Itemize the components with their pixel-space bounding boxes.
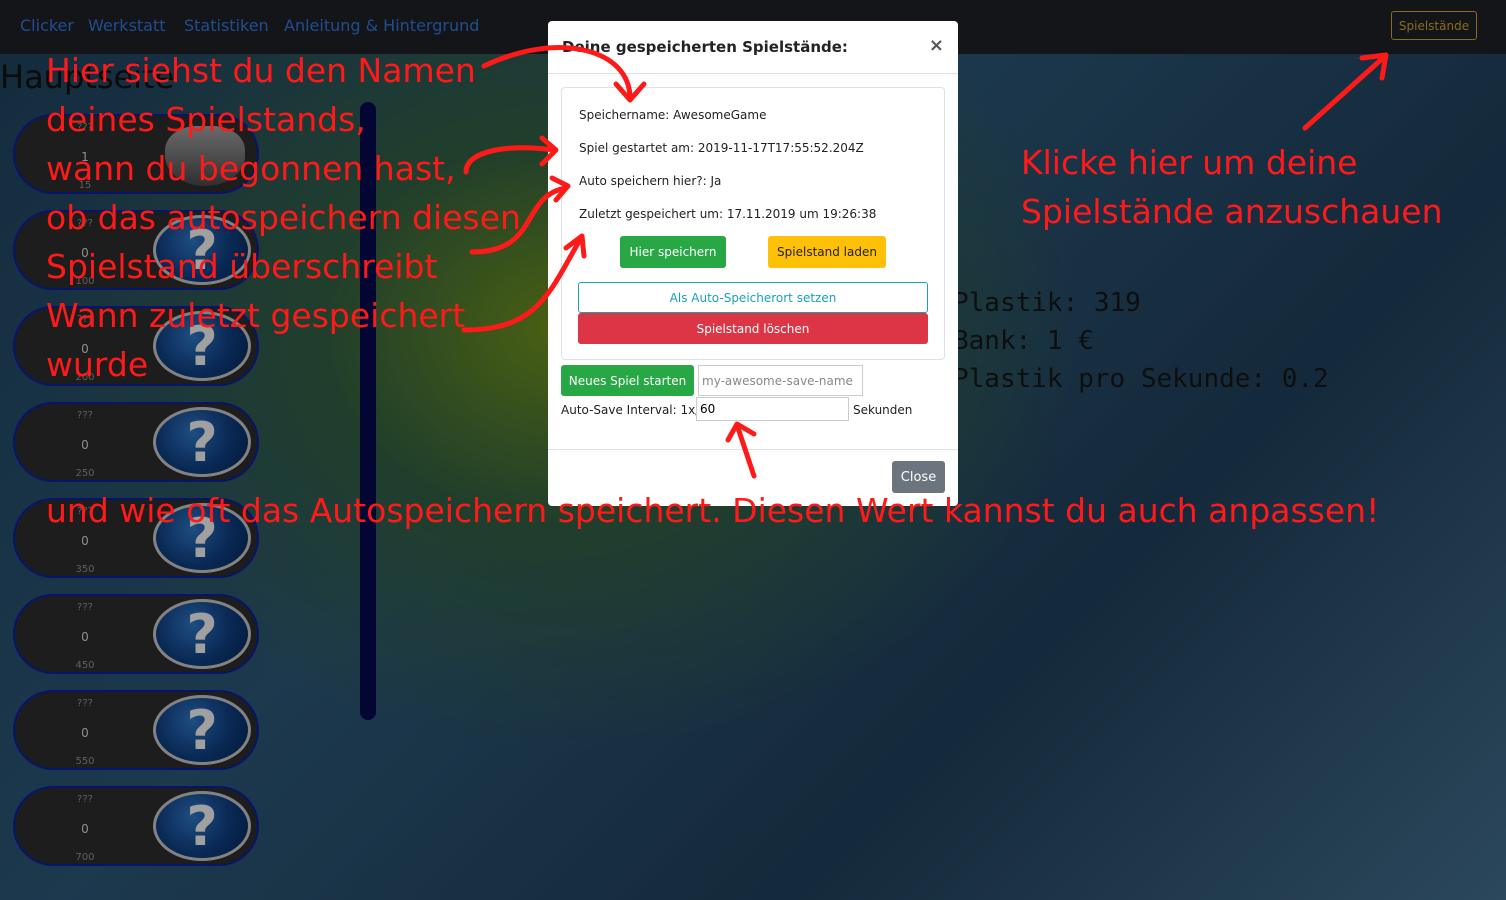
annotation-arrows	[461, 45, 1389, 479]
arrow-to-saves-button	[1302, 54, 1387, 131]
arrow-to-auto-flag	[469, 185, 569, 255]
arrow-to-started	[463, 145, 557, 175]
arrow-to-save-name	[481, 45, 633, 101]
